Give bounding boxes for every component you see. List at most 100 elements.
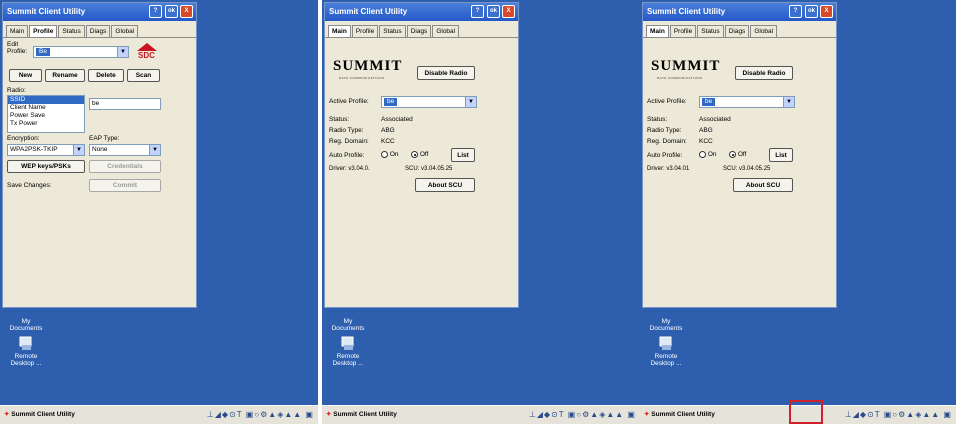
remote-desktop-shortcut[interactable]: Remote Desktop ... [6,335,46,367]
edit-profile-select[interactable]: Be ▼ [33,46,129,58]
scu-version: SCU: v3.04.05.25 [405,166,453,172]
help-button[interactable]: ? [149,5,162,18]
reg-domain-value: KCC [699,138,713,145]
edit-profile-value: Be [36,48,50,56]
summit-logo-subtitle: DATA COMMUNICATIONS [339,76,385,80]
help-button[interactable]: ? [789,5,802,18]
tab-main[interactable]: Main [6,25,29,37]
tab-global[interactable]: Global [111,25,139,37]
remote-desktop-label: Remote Desktop ... [332,353,364,367]
auto-profile-off-radio[interactable]: Off [411,151,428,158]
taskbar-app-button[interactable]: ✦ Summit Client Utility [644,409,715,421]
active-profile-label: Active Profile: [329,98,369,105]
close-button[interactable]: X [502,5,515,18]
tab-global[interactable]: Global [750,25,778,37]
encryption-value: WPA2PSK-TKIP [10,146,58,153]
chevron-down-icon[interactable]: ▼ [465,97,476,107]
list-item[interactable]: Client Name [8,104,84,112]
about-scu-button[interactable]: About SCU [415,178,475,192]
driver-version: Driver: v3.04.01 [647,166,690,172]
system-tray[interactable]: ⊥◢◆⊙T ▣○⚙▲◈▲▲ ▣ [207,409,314,421]
my-documents-label: My Documents [331,318,365,332]
scan-button[interactable]: Scan [127,69,160,82]
my-documents-icon[interactable]: My Documents [328,318,368,332]
summit-logo-subtitle: DATA COMMUNICATIONS [657,76,703,80]
new-button[interactable]: New [9,69,42,82]
my-documents-icon[interactable]: My Documents [646,318,686,332]
about-scu-button[interactable]: About SCU [733,178,793,192]
tab-profile[interactable]: Profile [669,25,697,37]
radio-button-icon[interactable] [381,151,388,158]
system-tray[interactable]: ⊥◢◆⊙T ▣○⚙▲◈▲▲ ▣ [845,409,952,421]
list-button[interactable]: List [451,148,475,162]
taskbar-app-label: Summit Client Utility [333,411,397,418]
close-button[interactable]: X [180,5,193,18]
window-titlebar: Summit Client Utility ? ok X [325,3,518,21]
system-tray[interactable]: ⊥◢◆⊙T ▣○⚙▲◈▲▲ ▣ [529,409,636,421]
ok-button[interactable]: ok [165,5,178,18]
my-documents-label: My Documents [649,318,683,332]
chevron-down-icon[interactable]: ▼ [73,145,84,155]
remote-desktop-icon [659,336,672,350]
remote-desktop-shortcut[interactable]: Remote Desktop ... [646,335,686,367]
remote-desktop-label: Remote Desktop ... [650,353,682,367]
wep-keys-button[interactable]: WEP keys/PSKs [7,160,85,173]
auto-profile-on-radio[interactable]: On [699,151,716,158]
tab-main[interactable]: Main [646,25,669,37]
tab-diags[interactable]: Diags [85,25,111,37]
auto-profile-label: Auto Profile: [329,152,365,159]
taskbar-app-button[interactable]: ✦ Summit Client Utility [326,409,397,421]
close-button[interactable]: X [820,5,833,18]
radio-settings-list[interactable]: SSID Client Name Power Save Tx Power [7,95,85,133]
rename-button[interactable]: Rename [45,69,85,82]
sdc-logo-text: SDC [138,51,155,60]
ok-button[interactable]: ok [805,5,818,18]
active-profile-select[interactable]: be ▼ [699,96,795,108]
encryption-select[interactable]: WPA2PSK-TKIP ▼ [7,144,85,156]
auto-profile-off-radio[interactable]: Off [729,151,746,158]
auto-profile-on-radio[interactable]: On [381,151,398,158]
list-item[interactable]: SSID [8,96,84,104]
taskbar-app-button[interactable]: ✦ Summit Client Utility [4,409,75,421]
ok-button[interactable]: ok [487,5,500,18]
active-profile-select[interactable]: be ▼ [381,96,477,108]
tab-content: Edit Profile: Be ▼ SDC New Rename Delete… [3,37,196,307]
my-documents-icon[interactable]: My Documents [6,318,46,332]
active-profile-label: Active Profile: [647,98,687,105]
tab-status[interactable]: Status [58,25,85,37]
list-button[interactable]: List [769,148,793,162]
tab-diags[interactable]: Diags [406,25,432,37]
tab-bar: Main Profile Status Diags Global [328,25,460,37]
disable-radio-button[interactable]: Disable Radio [735,66,793,80]
reg-domain-label: Reg. Domain: [329,138,369,145]
help-button[interactable]: ? [471,5,484,18]
radio-value-field[interactable]: be [89,98,161,110]
radio-button-icon[interactable] [699,151,706,158]
start-icon[interactable]: ✦ [4,411,9,418]
tab-global[interactable]: Global [432,25,460,37]
list-item[interactable]: Power Save [8,112,84,120]
list-item[interactable]: Tx Power [8,120,84,128]
tab-main[interactable]: Main [328,25,351,37]
eap-type-select[interactable]: None ▼ [89,144,161,156]
radio-type-label: Radio Type: [647,127,682,134]
chevron-down-icon[interactable]: ▼ [149,145,160,155]
radio-button-selected-icon[interactable] [411,151,418,158]
chevron-down-icon[interactable]: ▼ [783,97,794,107]
tab-profile[interactable]: Profile [351,25,379,37]
tab-status[interactable]: Status [697,25,724,37]
status-value: Associated [381,116,413,123]
tab-bar: Main Profile Status Diags Global [646,25,778,37]
remote-desktop-shortcut[interactable]: Remote Desktop ... [328,335,368,367]
start-icon[interactable]: ✦ [644,411,649,418]
tab-status[interactable]: Status [379,25,406,37]
radio-button-selected-icon[interactable] [729,151,736,158]
tab-diags[interactable]: Diags [724,25,750,37]
disable-radio-button[interactable]: Disable Radio [417,66,475,80]
tab-profile[interactable]: Profile [29,25,58,37]
start-icon[interactable]: ✦ [326,411,331,418]
active-profile-value: be [384,98,398,106]
chevron-down-icon[interactable]: ▼ [117,47,128,57]
auto-profile-label: Auto Profile: [647,152,683,159]
delete-button[interactable]: Delete [88,69,124,82]
